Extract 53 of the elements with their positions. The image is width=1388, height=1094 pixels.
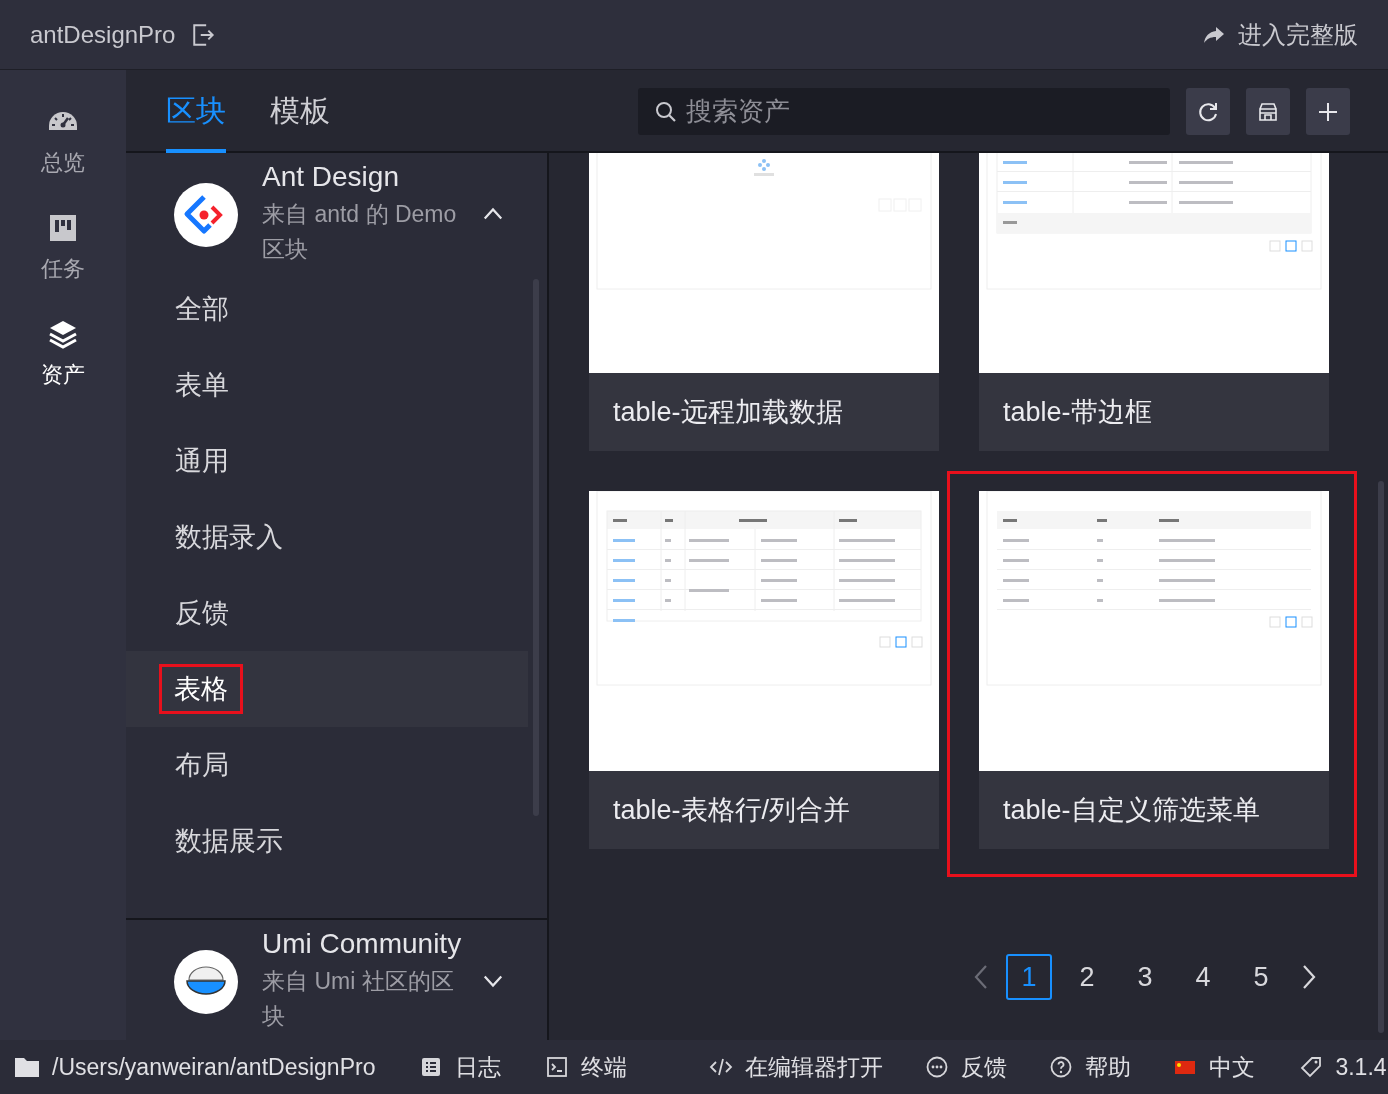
category-item[interactable]: 布局 <box>126 727 528 803</box>
category-item[interactable]: 数据录入 <box>126 499 528 575</box>
rice-bowl-logo-icon <box>174 950 238 1014</box>
board-icon <box>47 212 79 244</box>
status-item[interactable]: 中文 <box>1173 1051 1256 1083</box>
search-field[interactable]: 搜索资产 <box>638 88 1170 135</box>
group-description: 来自 Umi 社区的区块 <box>262 967 455 1031</box>
page-number[interactable]: 5 <box>1238 954 1284 1000</box>
diamond-logo-icon <box>174 183 238 247</box>
group-title: Umi Community <box>262 928 463 960</box>
refresh-button[interactable] <box>1186 88 1230 135</box>
terminal-icon <box>545 1055 570 1079</box>
page-number[interactable]: 2 <box>1064 954 1110 1000</box>
add-button[interactable] <box>1306 88 1350 135</box>
status-item[interactable]: 反馈 <box>925 1051 1008 1083</box>
page-number[interactable]: 4 <box>1180 954 1226 1000</box>
search-icon <box>654 100 678 124</box>
nav-item[interactable]: 资产 <box>41 318 85 390</box>
layers-icon <box>47 318 79 350</box>
folder-icon <box>14 1055 40 1079</box>
block-card[interactable]: table-带边框 <box>979 153 1329 451</box>
chat-icon <box>925 1055 950 1079</box>
project-path: /Users/yanweiran/antDesignPro <box>52 1053 376 1081</box>
category-item[interactable]: 反馈 <box>126 575 528 651</box>
card-title: table-自定义筛选菜单 <box>979 771 1329 849</box>
block-card[interactable]: table-自定义筛选菜单 <box>979 491 1329 849</box>
help-icon <box>1049 1055 1074 1079</box>
group-description: 来自 antd 的 Demo 区块 <box>262 200 458 264</box>
block-card[interactable]: table-远程加载数据 <box>589 153 939 451</box>
page-number[interactable]: 3 <box>1122 954 1168 1000</box>
status-item[interactable]: 在编辑器打开 <box>709 1051 884 1083</box>
category-item[interactable]: 数据展示 <box>126 803 528 879</box>
category-item[interactable]: 表单 <box>126 347 528 423</box>
project-name: antDesignPro <box>30 20 176 49</box>
card-title: table-表格行/列合并 <box>589 771 939 849</box>
block-card[interactable]: table-表格行/列合并 <box>589 491 939 849</box>
category-item[interactable]: 通用 <box>126 423 528 499</box>
nav-item[interactable]: 任务 <box>41 212 85 284</box>
full-version-link[interactable]: 进入完整版 <box>1238 18 1358 51</box>
status-item[interactable]: 终端 <box>545 1051 628 1083</box>
card-title: table-远程加载数据 <box>589 373 939 451</box>
category-item[interactable]: 表格 <box>126 651 528 727</box>
category-item[interactable]: 全部 <box>126 271 528 347</box>
nav-item[interactable]: 总览 <box>41 106 85 178</box>
tab[interactable]: 模板 <box>270 70 330 153</box>
store-button[interactable] <box>1246 88 1290 135</box>
status-item[interactable]: 日志 <box>419 1051 502 1083</box>
status-item[interactable]: 帮助 <box>1049 1051 1132 1083</box>
group-title: Ant Design <box>262 161 400 193</box>
card-title: table-带边框 <box>979 373 1329 451</box>
page-number[interactable]: 1 <box>1006 954 1052 1000</box>
status-item[interactable]: 3.1.4 <box>1299 1053 1387 1081</box>
tag-icon <box>1299 1055 1324 1079</box>
